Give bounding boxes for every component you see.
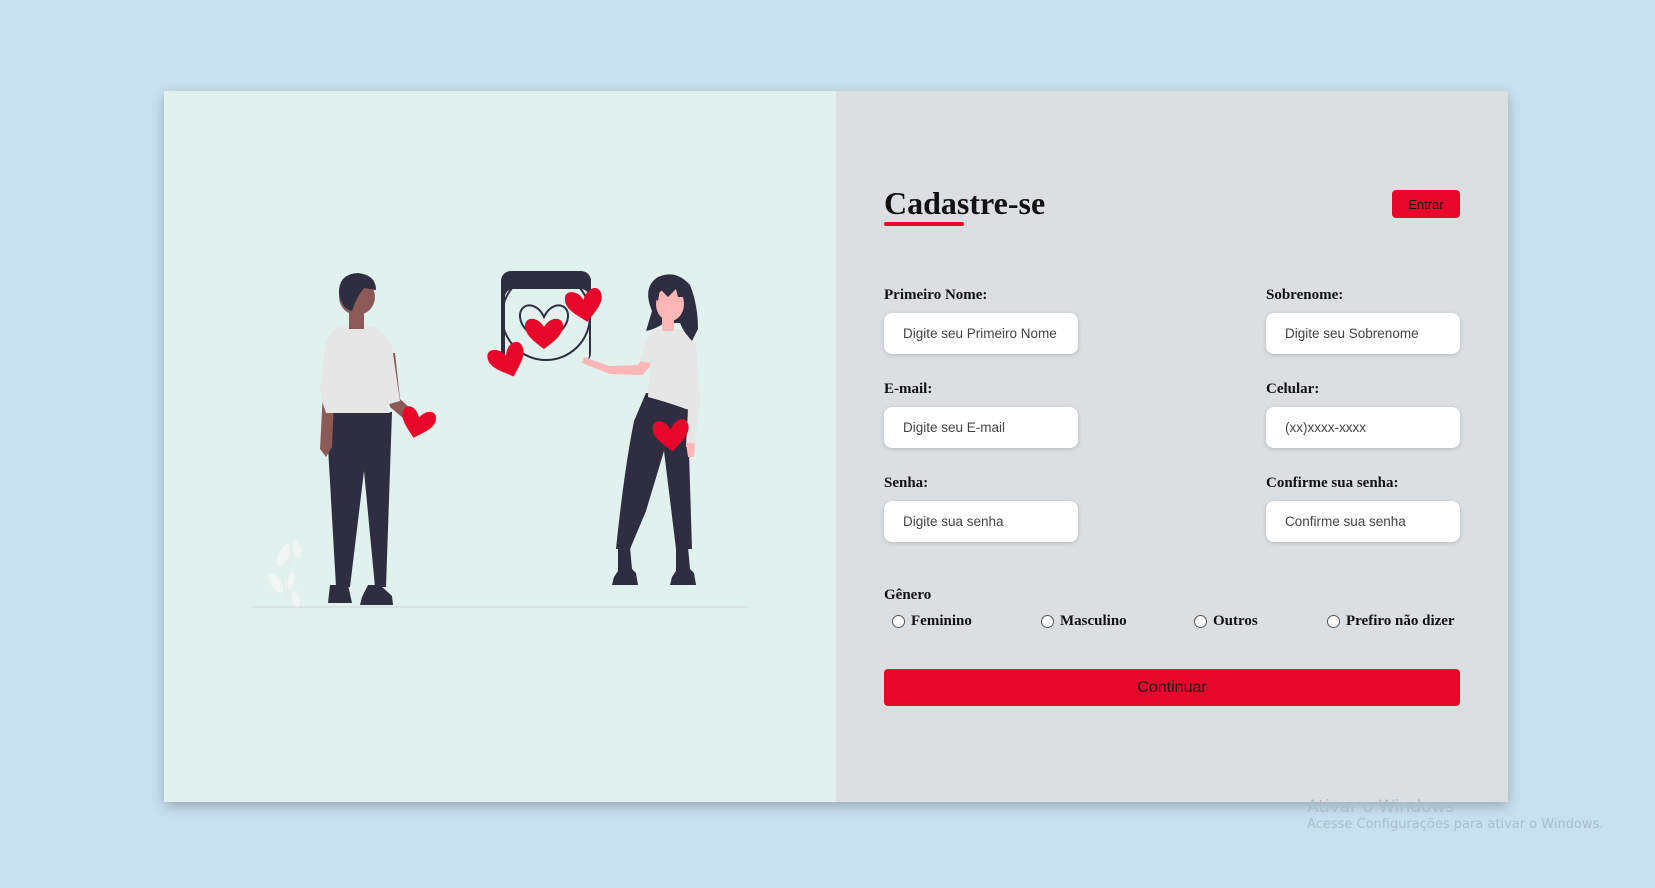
confirm-password-label: Confirme sua senha: xyxy=(1266,475,1399,491)
confirm-password-input[interactable] xyxy=(1266,501,1460,542)
last-name-input[interactable] xyxy=(1266,313,1460,354)
gender-option-outros[interactable]: Outros xyxy=(1194,612,1258,630)
phone-input[interactable] xyxy=(1266,407,1460,448)
watermark-title: Ativar o Windows xyxy=(1307,797,1455,817)
gender-option-feminino[interactable]: Feminino xyxy=(892,612,972,630)
title-underline xyxy=(884,222,964,226)
first-name-label: Primeiro Nome: xyxy=(884,287,988,303)
radio-unchecked-icon[interactable] xyxy=(1194,614,1207,628)
watermark-subtitle: Acesse Configurações para ativar o Windo… xyxy=(1307,817,1604,833)
windows-activation-watermark: Ativar o Windows Acesse Configurações pa… xyxy=(1307,797,1603,833)
first-name-input[interactable] xyxy=(884,313,1078,354)
password-field: Senha: xyxy=(884,474,1078,542)
gender-option-label: Feminino xyxy=(911,613,972,629)
phone-field: Celular: xyxy=(1266,380,1460,448)
first-name-field: Primeiro Nome: xyxy=(884,286,1078,354)
gender-title: Gênero xyxy=(884,587,932,603)
gender-option-prefiro-nao-dizer[interactable]: Prefiro não dizer xyxy=(1327,612,1455,630)
email-input[interactable] xyxy=(884,407,1078,448)
phone-label: Celular: xyxy=(1266,381,1320,397)
gender-option-masculino[interactable]: Masculino xyxy=(1041,612,1127,630)
radio-unchecked-icon[interactable] xyxy=(892,614,905,628)
signup-card: Cadastre-se Entrar Primeiro Nome: Sobren… xyxy=(164,91,1508,802)
gender-option-label: Outros xyxy=(1213,613,1258,629)
signup-form-panel: Cadastre-se Entrar Primeiro Nome: Sobren… xyxy=(836,91,1508,802)
last-name-field: Sobrenome: xyxy=(1266,286,1460,354)
illustration-panel xyxy=(164,91,836,802)
gender-option-label: Prefiro não dizer xyxy=(1346,613,1455,629)
login-button[interactable]: Entrar xyxy=(1392,190,1460,218)
page-title: Cadastre-se xyxy=(884,185,1046,221)
last-name-label: Sobrenome: xyxy=(1266,287,1344,303)
couple-hearts-illustration xyxy=(252,271,748,608)
continue-button[interactable]: Continuar xyxy=(884,669,1460,706)
radio-unchecked-icon[interactable] xyxy=(1041,614,1054,628)
confirm-password-field: Confirme sua senha: xyxy=(1266,474,1460,542)
password-label: Senha: xyxy=(884,475,929,491)
password-input[interactable] xyxy=(884,501,1078,542)
email-field: E-mail: xyxy=(884,380,1078,448)
email-label: E-mail: xyxy=(884,381,933,397)
gender-option-label: Masculino xyxy=(1060,613,1127,629)
radio-unchecked-icon[interactable] xyxy=(1327,614,1340,628)
